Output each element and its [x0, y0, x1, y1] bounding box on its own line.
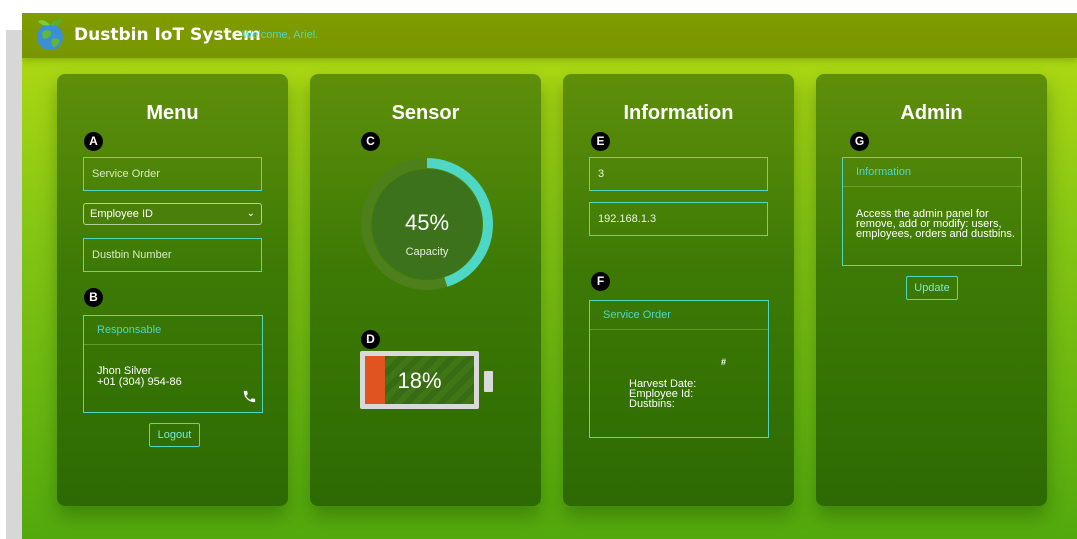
admin-title: Admin — [900, 102, 963, 124]
badge-b: B — [84, 288, 103, 307]
information-field-1[interactable] — [589, 157, 768, 191]
battery-indicator: 18% — [360, 351, 479, 409]
dustbins-label: Dustbins: — [629, 398, 675, 410]
earth-logo-icon — [37, 19, 63, 50]
menu-card: Menu A Employee ID ⌄ B Responsable Jhon … — [57, 74, 288, 506]
capacity-value: 45% — [404, 210, 450, 235]
service-order-panel: Service Order # Harvest Date: Employee I… — [589, 300, 769, 438]
ip-address-field[interactable] — [589, 202, 768, 236]
badge-d: D — [361, 330, 380, 349]
menu-title: Menu — [146, 102, 199, 124]
app-root: Dustbin IoT System Welcome, Ariel. Menu … — [22, 13, 1077, 539]
admin-card: Admin G Information Access the admin pan… — [816, 74, 1047, 506]
responsable-panel: Responsable Jhon Silver +01 (304) 954-86 — [83, 315, 263, 413]
badge-e: E — [591, 132, 610, 151]
top-bar: Dustbin IoT System Welcome, Ariel. — [22, 13, 1077, 58]
phone-icon[interactable] — [242, 389, 257, 404]
admin-info-header: Information — [843, 158, 1021, 187]
admin-info-line-3: employees, orders and dustbins. — [856, 228, 1015, 240]
employee-id-select[interactable]: Employee ID ⌄ — [83, 203, 262, 225]
badge-g: G — [850, 132, 869, 151]
sensor-card: Sensor C 45% Capacity D 18% — [310, 74, 541, 506]
service-order-header: Service Order — [590, 301, 768, 330]
responsable-header: Responsable — [84, 316, 262, 345]
chevron-down-icon: ⌄ — [246, 208, 255, 219]
order-number: # — [721, 357, 727, 367]
logout-button[interactable]: Logout — [149, 423, 200, 447]
badge-a: A — [84, 132, 103, 151]
badge-f: F — [591, 272, 610, 291]
badge-c: C — [361, 132, 380, 151]
admin-info-panel: Information Access the admin panel for r… — [842, 157, 1022, 266]
information-title: Information — [623, 102, 734, 124]
update-button[interactable]: Update — [906, 276, 958, 300]
responsable-phone: +01 (304) 954-86 — [97, 376, 182, 388]
welcome-text: Welcome, Ariel. — [242, 29, 319, 41]
sensor-title: Sensor — [391, 102, 460, 124]
app-title: Dustbin IoT System — [74, 25, 261, 45]
service-order-input[interactable] — [83, 157, 262, 191]
battery-terminal — [484, 371, 493, 392]
information-card: Information E F Service Order # Harvest … — [563, 74, 794, 506]
responsable-name: Jhon Silver — [97, 365, 152, 377]
battery-value: 18% — [397, 368, 442, 393]
dustbin-number-input[interactable] — [83, 238, 262, 272]
window-left-edge — [6, 30, 22, 539]
employee-id-select-value: Employee ID — [90, 208, 153, 220]
capacity-label: Capacity — [405, 246, 449, 258]
